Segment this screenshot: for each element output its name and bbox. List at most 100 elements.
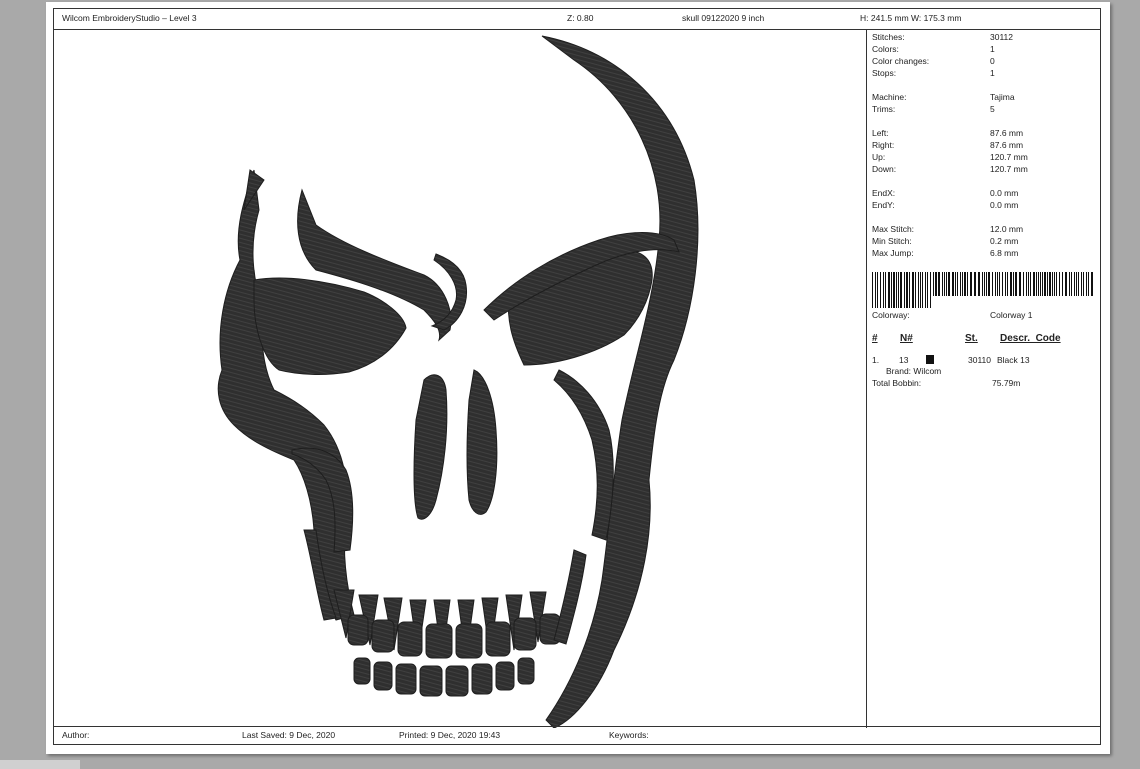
barcode-bar [906, 272, 908, 308]
barcode-bar [891, 272, 892, 308]
barcode-bar [982, 272, 983, 296]
barcode-bar [1078, 272, 1079, 296]
barcode-bar [955, 272, 956, 296]
min-stitch-label: Min Stitch: [872, 236, 912, 246]
worksheet-footer: Author: Last Saved: 9 Dec, 2020 Printed:… [54, 726, 1100, 744]
barcode-bar [900, 272, 902, 308]
right-row: Right: 87.6 mm [872, 140, 1097, 152]
stitches-row: Stitches: 30112 [872, 32, 1097, 44]
barcode-bar [1002, 272, 1003, 296]
up-row: Up: 120.7 mm [872, 152, 1097, 164]
barcode-bar [1071, 272, 1072, 296]
worksheet-frame: Wilcom EmbroideryStudio – Level 3 Z: 0.8… [53, 8, 1101, 745]
stitch-info-panel: Stitches: 30112 Colors: 1 Color changes: 0 … [867, 30, 1101, 728]
machine-row: Machine: Tajima [872, 92, 1097, 104]
endx-value: 0.0 mm [990, 188, 1019, 198]
trims-row: Trims: 5 [872, 104, 1097, 116]
barcode-bar [1052, 272, 1053, 296]
barcode-bar [1047, 272, 1048, 296]
barcode-bar [922, 272, 923, 308]
print-preview-sheet: Wilcom EmbroideryStudio – Level 3 Z: 0.8… [46, 2, 1110, 754]
total-bobbin-value: 75.79m [992, 378, 1021, 388]
barcode-bar [1005, 272, 1006, 296]
barcode-bar [1091, 272, 1093, 296]
barcode-bar [1028, 272, 1029, 296]
barcode-bar [1059, 272, 1060, 296]
barcode-bar [912, 272, 914, 308]
down-row: Down: 120.7 mm [872, 164, 1097, 176]
left-row: Left: 87.6 mm [872, 128, 1097, 140]
stops-label: Stops: [872, 68, 897, 78]
barcode-bar [920, 272, 921, 308]
left-value: 87.6 mm [990, 128, 1024, 138]
printed-field: Printed: 9 Dec, 2020 19:43 [399, 730, 501, 740]
up-label: Up: [872, 152, 886, 162]
max-jump-value: 6.8 mm [990, 248, 1019, 258]
right-label: Right: [872, 140, 895, 150]
max-stitch-row: Max Stitch: 12.0 mm [872, 224, 1097, 236]
barcode-bar [1076, 272, 1077, 296]
barcode-bar [1023, 272, 1024, 296]
design-dimensions: H: 241.5 mm W: 175.3 mm [860, 13, 962, 23]
col-header-description: Descr._Code [1000, 333, 1061, 344]
barcode-bar [885, 272, 886, 308]
barcode-bar [1069, 272, 1070, 296]
barcode-bar [1033, 272, 1035, 296]
barcode-bar [918, 272, 919, 308]
file-name: skull 09122020 9 inch [682, 13, 765, 23]
barcode-bar [880, 272, 881, 308]
colors-row: Colors: 1 [872, 44, 1097, 56]
barcode-bar [1062, 272, 1063, 296]
stops-value: 1 [990, 68, 995, 78]
barcode-bar [957, 272, 958, 296]
barcode-bar [1074, 272, 1075, 296]
barcode-bar [883, 272, 884, 308]
machine-label: Machine: [872, 92, 907, 102]
min-stitch-value: 0.2 mm [990, 236, 1019, 246]
thread-brand: Brand: Wilcom [886, 366, 942, 376]
keywords-field: Keywords: [609, 730, 649, 740]
barcode-bar [946, 272, 947, 296]
barcode-bar [1036, 272, 1037, 296]
barcode-bar [1081, 272, 1082, 296]
thread-number: 13 [899, 355, 909, 365]
barcode-bar [948, 272, 950, 296]
barcode-bar [988, 272, 990, 296]
author-field: Author: [62, 730, 90, 740]
thread-color-swatch [926, 355, 934, 364]
barcode-bar [992, 272, 993, 296]
barcode-bar [1010, 272, 1012, 296]
max-jump-label: Max Jump: [872, 248, 914, 258]
barcode-bar [944, 272, 945, 296]
skull-embroidery-design [217, 35, 699, 728]
max-jump-row: Max Jump: 6.8 mm [872, 248, 1097, 260]
barcode-bar [1083, 272, 1084, 296]
barcode-bar [999, 272, 1000, 296]
barcode-bar [974, 272, 976, 296]
barcode-bar [962, 272, 963, 296]
colors-value: 1 [990, 44, 995, 54]
barcode-bar [1054, 272, 1055, 296]
barcode-bar [978, 272, 980, 296]
col-header-stitches: St. [965, 333, 978, 344]
endx-label: EndX: [872, 188, 896, 198]
design-preview [54, 30, 867, 728]
barcode-bar [1086, 272, 1087, 296]
barcode-bar [933, 272, 934, 296]
barcode-bar [986, 272, 987, 296]
endy-label: EndY: [872, 200, 895, 210]
barcode-bar [1026, 272, 1027, 296]
barcode-bar [1056, 272, 1057, 296]
worksheet-header: Wilcom EmbroideryStudio – Level 3 Z: 0.8… [54, 9, 1100, 30]
barcode-bar [1088, 272, 1089, 296]
left-label: Left: [872, 128, 889, 138]
barcode-bar [888, 272, 890, 308]
stitches-label: Stitches: [872, 32, 905, 42]
down-value: 120.7 mm [990, 164, 1028, 174]
trims-label: Trims: [872, 104, 896, 114]
zoom-level: Z: 0.80 [567, 13, 594, 23]
right-value: 87.6 mm [990, 140, 1024, 150]
barcode-bar [927, 272, 928, 308]
barcode-bar [877, 272, 878, 308]
barcode-bar [1007, 272, 1008, 296]
